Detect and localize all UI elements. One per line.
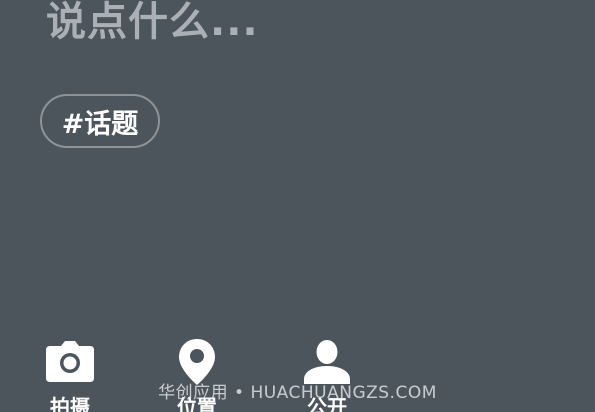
camera-icon — [42, 338, 98, 386]
location-pin-icon — [169, 338, 225, 386]
camera-button[interactable]: 拍摄 — [35, 338, 105, 412]
visibility-label: 公开 — [307, 395, 347, 412]
location-button[interactable]: 位置 — [162, 338, 232, 412]
topic-hashtag-button[interactable]: #话题 — [40, 94, 160, 148]
person-icon — [299, 338, 355, 386]
location-label: 位置 — [177, 395, 217, 412]
camera-label: 拍摄 — [50, 395, 90, 412]
compose-screen: #话题 拍摄 位置 公开 华创应用 • HUACHUANG — [0, 0, 595, 412]
visibility-button[interactable]: 公开 — [292, 338, 362, 412]
compose-text-input[interactable] — [46, 0, 566, 50]
